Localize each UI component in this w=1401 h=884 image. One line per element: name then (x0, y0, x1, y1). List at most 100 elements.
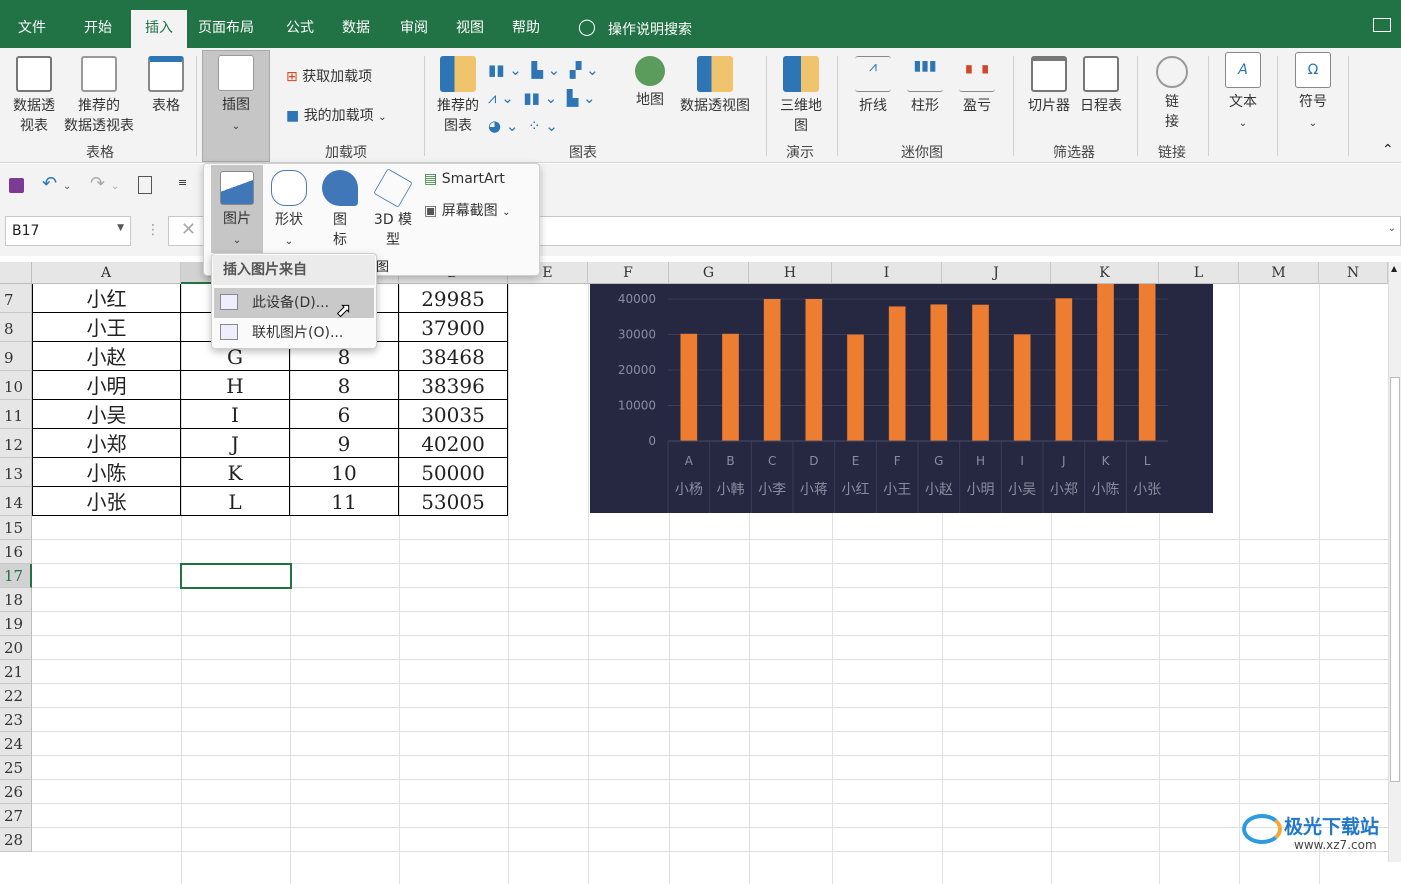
timeline-button[interactable]: 日程表 (1076, 56, 1126, 116)
cell-A13[interactable]: 小陈 (32, 458, 181, 487)
cell-A11[interactable]: 小吴 (32, 400, 181, 429)
cell-A9[interactable]: 小赵 (32, 342, 181, 371)
row-header[interactable]: 10 (0, 371, 32, 400)
row-header[interactable]: 25 (0, 756, 32, 780)
tab-2[interactable]: 插入 (131, 10, 187, 48)
cell-D12[interactable]: 40200 (399, 429, 508, 458)
undo-icon[interactable]: ↶ ⌄ (42, 173, 71, 194)
cell-D14[interactable]: 53005 (399, 487, 508, 516)
chart-type-buttons[interactable]: ▮▮ ⌄ ▙ ⌄ ▞ ⌄ ⩘ ⌄ ▮▮ ⌄ ▙ ⌄ ◕ ⌄ ⁘ ⌄ (488, 56, 618, 140)
print-preview-icon[interactable] (138, 176, 152, 194)
save-icon[interactable] (9, 178, 24, 193)
3d-map-button[interactable]: 三维地 图 (776, 56, 826, 136)
scroll-thumb[interactable] (1390, 377, 1400, 782)
my-addins-button[interactable]: ■ 我的加载项 ⌄ (286, 105, 387, 125)
get-addins-button[interactable]: ⊞ 获取加载项 (286, 66, 372, 86)
column-header-M[interactable]: M (1239, 262, 1319, 284)
table-button[interactable]: 表格 (142, 56, 190, 116)
comments-icon[interactable] (1373, 18, 1391, 32)
column-header-N[interactable]: N (1319, 262, 1388, 284)
tell-me-search[interactable]: 操作说明搜索 (608, 19, 692, 39)
cell-A7[interactable]: 小红 (32, 284, 181, 313)
row-header[interactable]: 11 (0, 400, 32, 429)
cell-C12[interactable]: 9 (290, 429, 399, 458)
tab-6[interactable]: 审阅 (392, 10, 436, 48)
column-header-J[interactable]: J (942, 262, 1051, 284)
pivotchart-button[interactable]: 数据透视图 (676, 56, 754, 116)
cell-C14[interactable]: 11 (290, 487, 399, 516)
sparkline-line-button[interactable]: ⩘ 折线 (852, 56, 894, 116)
symbols-button[interactable]: Ω 符号 ⌄ (1286, 52, 1340, 134)
redo-icon[interactable]: ↷ ⌄ (90, 173, 119, 194)
column-chart[interactable]: 0 10000 20000 30000 40000 A 小杨 B 小韩 C 小李 D 小蒋 E 小红 F 小王 G… (590, 284, 1213, 513)
column-header-H[interactable]: H (749, 262, 832, 284)
link-button[interactable]: 链 接 (1150, 56, 1194, 132)
row-header[interactable]: 27 (0, 804, 32, 828)
cell-B13[interactable]: K (181, 458, 290, 487)
row-header[interactable]: 22 (0, 684, 32, 708)
tab-1[interactable]: 开始 (76, 10, 120, 48)
sparkline-winloss-button[interactable]: ▖▗ 盈亏 (956, 56, 998, 116)
smartart-button[interactable]: ▤ SmartArt (424, 171, 505, 187)
row-header[interactable]: 18 (0, 588, 32, 612)
pictures-button[interactable]: 图片 ⌄ (211, 165, 263, 253)
row-header[interactable]: 26 (0, 780, 32, 804)
shapes-button[interactable]: 形状 ⌄ (267, 170, 311, 252)
tab-0[interactable]: 文件 (10, 10, 54, 48)
vertical-scrollbar[interactable]: ▲ (1388, 262, 1401, 862)
row-header[interactable]: 24 (0, 732, 32, 756)
text-button[interactable]: A 文本 ⌄ (1216, 52, 1270, 134)
select-all-corner[interactable] (0, 262, 32, 284)
column-header-A[interactable]: A (32, 262, 181, 284)
cell-C11[interactable]: 6 (290, 400, 399, 429)
illustrations-button[interactable]: 插图 ⌄ (202, 50, 270, 162)
cell-A14[interactable]: 小张 (32, 487, 181, 516)
row-header[interactable]: 14 (0, 487, 32, 516)
tab-8[interactable]: 帮助 (504, 10, 548, 48)
row-header[interactable]: 13 (0, 458, 32, 487)
cell-D11[interactable]: 30035 (399, 400, 508, 429)
cell-B11[interactable]: I (181, 400, 290, 429)
tab-3[interactable]: 页面布局 (190, 10, 262, 48)
tab-5[interactable]: 数据 (334, 10, 378, 48)
row-header[interactable]: 17 (0, 564, 32, 588)
row-header[interactable]: 15 (0, 516, 32, 540)
cell-D10[interactable]: 38396 (399, 371, 508, 400)
cell-A12[interactable]: 小郑 (32, 429, 181, 458)
cancel-icon[interactable]: ✕ (181, 219, 196, 240)
column-header-G[interactable]: G (669, 262, 749, 284)
cell-B12[interactable]: J (181, 429, 290, 458)
row-header[interactable]: 28 (0, 828, 32, 852)
expand-formula-icon[interactable]: ⌄ (1388, 223, 1396, 234)
sparkline-column-button[interactable]: ▮▮▮ 柱形 (904, 56, 946, 116)
cell-A10[interactable]: 小明 (32, 371, 181, 400)
cell-C13[interactable]: 10 (290, 458, 399, 487)
icons-button[interactable]: 图 标 (320, 170, 360, 250)
recommended-pivottables-button[interactable]: 推荐的 数据透视表 (60, 56, 138, 136)
row-header[interactable]: 7 (0, 284, 32, 313)
recommended-charts-button[interactable]: 推荐的 图表 (432, 56, 484, 136)
cell-D8[interactable]: 37900 (399, 313, 508, 342)
screenshot-button[interactable]: ▣ 屏幕截图 ⌄ (424, 200, 511, 220)
column-header-L[interactable]: L (1159, 262, 1239, 284)
3d-models-button[interactable]: 3D 模 型 (370, 168, 416, 250)
cell-D13[interactable]: 50000 (399, 458, 508, 487)
row-header[interactable]: 9 (0, 342, 32, 371)
row-header[interactable]: 21 (0, 660, 32, 684)
tab-4[interactable]: 公式 (278, 10, 322, 48)
cell-B14[interactable]: L (181, 487, 290, 516)
maps-button[interactable]: 地图 (630, 56, 670, 110)
menu-item-online-pictures[interactable]: 联机图片(O)... (214, 318, 374, 348)
collapse-ribbon-icon[interactable]: ⌃ (1382, 142, 1394, 158)
row-header[interactable]: 8 (0, 313, 32, 342)
cell-B10[interactable]: H (181, 371, 290, 400)
cell-A8[interactable]: 小王 (32, 313, 181, 342)
customize-qat-icon[interactable]: ≡ (178, 176, 187, 189)
scroll-up-icon[interactable]: ▲ (1391, 264, 1397, 273)
cell-D7[interactable]: 29985 (399, 284, 508, 313)
column-header-I[interactable]: I (832, 262, 942, 284)
row-header[interactable]: 20 (0, 636, 32, 660)
row-header[interactable]: 23 (0, 708, 32, 732)
tab-7[interactable]: 视图 (448, 10, 492, 48)
name-box[interactable]: B17 ▼ (5, 216, 131, 246)
